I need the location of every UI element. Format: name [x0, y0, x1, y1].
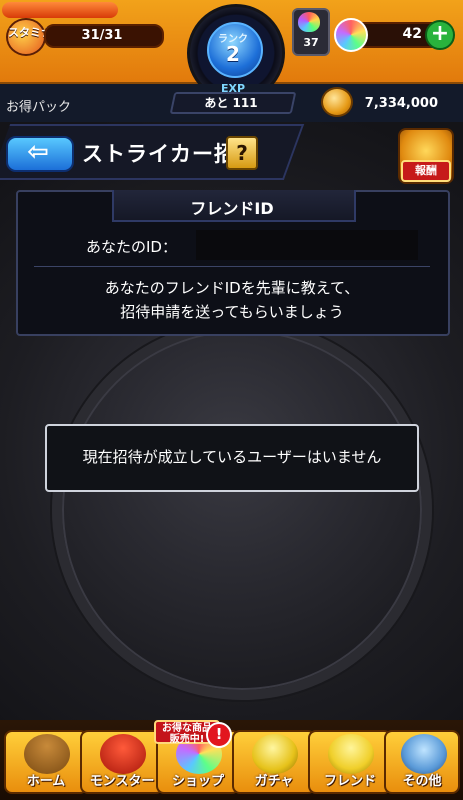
stamina-fill: [2, 2, 118, 18]
nav-gacha[interactable]: ガチャ: [232, 730, 316, 794]
nav-home[interactable]: ホーム: [4, 730, 88, 794]
orb-icon: [334, 18, 368, 52]
gacha-icon: [252, 734, 298, 774]
your-id-label: あなたのID：: [86, 238, 177, 256]
divider: [34, 266, 430, 267]
reward-label: 報酬: [401, 160, 451, 182]
friend-id-description: あなたのフレンドIDを先輩に教えて、 招待申請を送ってもらいましょう: [30, 276, 434, 324]
item-count: 37: [303, 36, 319, 49]
nav-friend-label: フレンド: [323, 774, 376, 789]
other-icon: [401, 734, 447, 774]
description-line-1: あなたのフレンドIDを先輩に教えて、: [104, 279, 360, 297]
home-icon: [24, 734, 70, 774]
gem-icon: [298, 12, 320, 32]
status-message: 現在招待が成立しているユーザーはいません: [82, 448, 382, 466]
emblem-ring: [52, 320, 432, 700]
your-id-value-redacted: [196, 230, 418, 260]
nav-other[interactable]: その他: [384, 730, 460, 794]
stamina-value: 31/31: [81, 28, 123, 43]
description-line-2: 招待申請を送ってもらいましょう: [120, 303, 344, 321]
nav-home-label: ホーム: [26, 774, 66, 789]
nav-gacha-label: ガチャ: [254, 774, 294, 789]
help-button[interactable]: ?: [226, 136, 258, 170]
nav-shop-label: ショップ: [171, 774, 224, 789]
nav-other-label: その他: [402, 774, 442, 789]
friend-id-title: フレンドID: [190, 199, 274, 218]
nav-monster-label: モンスター: [89, 774, 155, 789]
friend-icon: [328, 734, 374, 774]
add-orb-button[interactable]: +: [425, 20, 455, 50]
nav-monster[interactable]: モンスター: [80, 730, 164, 794]
exp-remaining: あと 111: [204, 96, 258, 110]
value-pack-link[interactable]: お得パック: [6, 96, 71, 115]
nav-friend[interactable]: フレンド: [308, 730, 392, 794]
monster-icon: [100, 734, 146, 774]
back-arrow-icon: ⇦: [27, 137, 49, 167]
orb-count: 42: [402, 26, 422, 42]
gold-coin-icon: [321, 87, 353, 117]
rank-value: 2: [226, 42, 240, 66]
gold-value: 7,334,000: [364, 96, 438, 111]
shop-alert-icon: !: [206, 722, 232, 748]
